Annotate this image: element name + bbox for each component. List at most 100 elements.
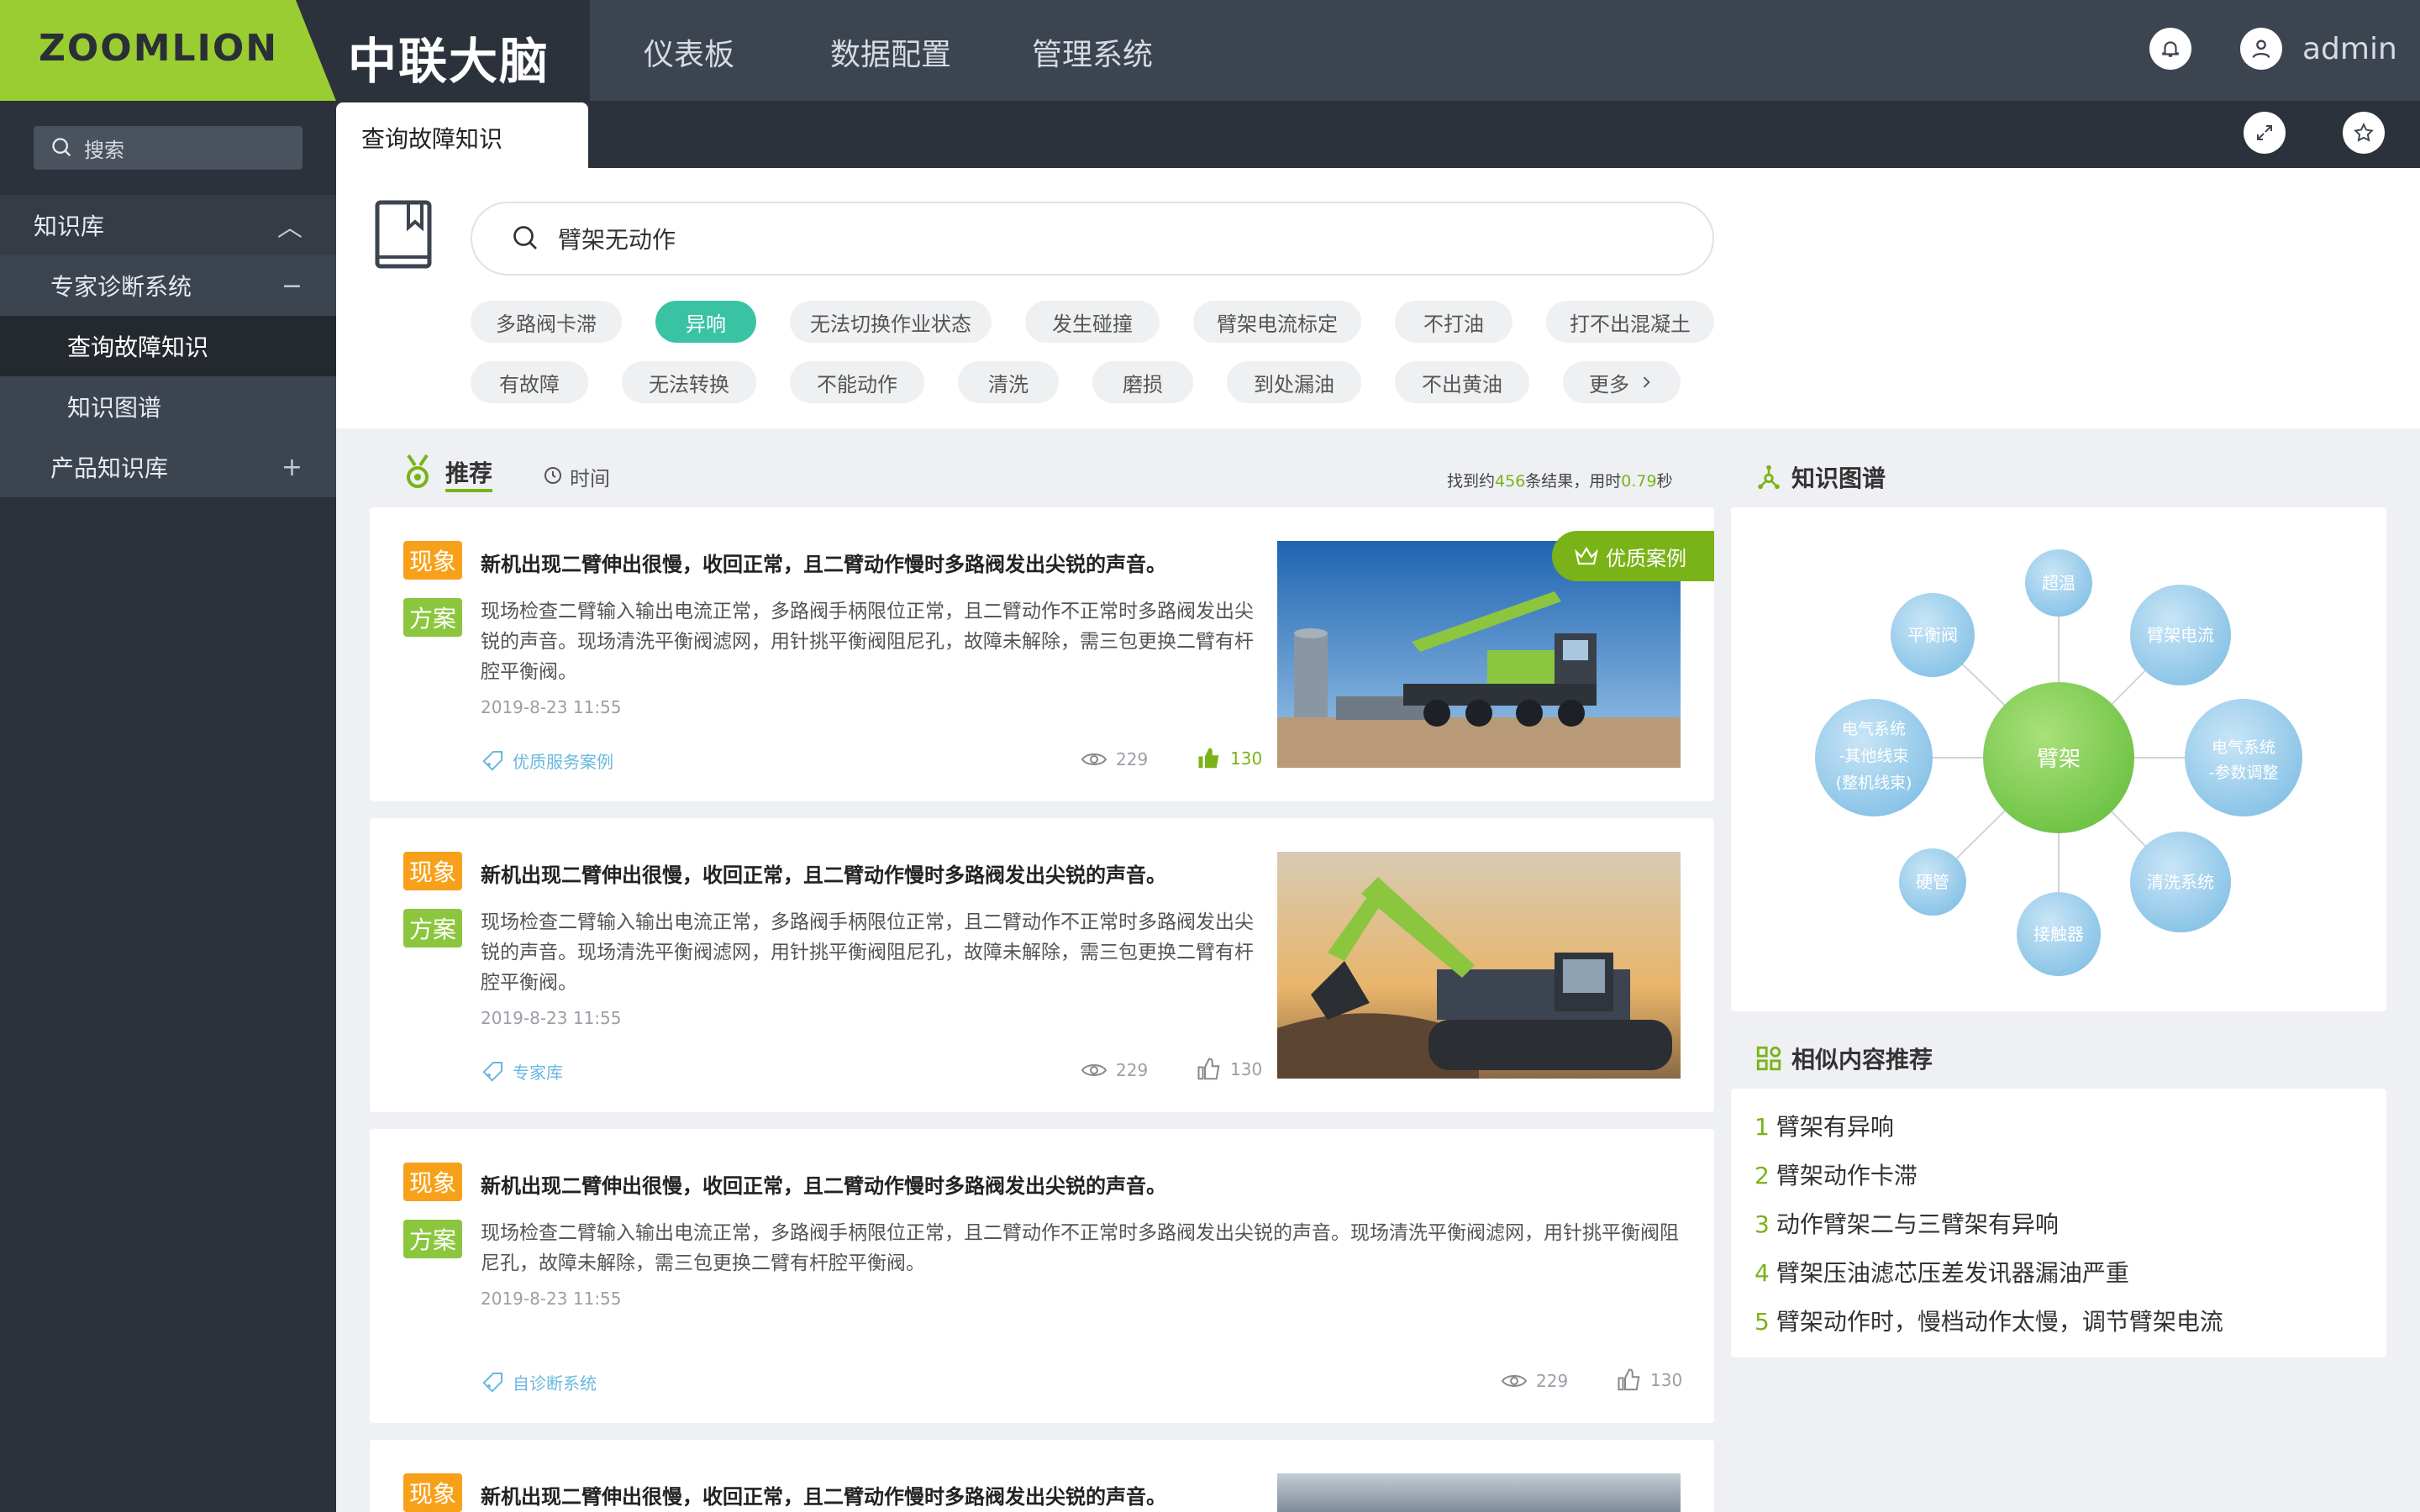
similar-item[interactable]: 5 臂架动作时，慢档动作太慢，调节臂架电流 xyxy=(1754,1304,2223,1337)
card-image[interactable] xyxy=(1277,1473,1681,1512)
tag-item[interactable]: 多路阀卡滞 xyxy=(471,301,622,343)
similar-item-text: 臂架有异响 xyxy=(1776,1113,1894,1141)
more-label: 更多 xyxy=(1589,372,1629,396)
graph-node-electrical-harness[interactable]: 电气系统 -其他线束 (整机线束) xyxy=(1815,699,1933,816)
likes-value: 130 xyxy=(1230,748,1263,769)
search-icon xyxy=(513,226,537,249)
tag-item[interactable]: 不能动作 xyxy=(790,361,924,403)
thumbs-up-icon xyxy=(1618,1368,1640,1391)
tab-query-fault-knowledge[interactable]: 查询故障知识 xyxy=(336,102,588,168)
card-title[interactable]: 新机出现二臂伸出很慢，收回正常，且二臂动作慢时多路阀发出尖锐的声音。 xyxy=(481,1480,1166,1509)
tag-item[interactable]: 无法切换作业状态 xyxy=(790,301,992,343)
tag-item[interactable]: 无法转换 xyxy=(622,361,756,403)
sidebar-search[interactable]: 搜索 xyxy=(34,126,302,170)
likes-value: 130 xyxy=(1230,1059,1263,1079)
sidebar-item-label: 知识库 xyxy=(34,213,105,240)
more-tags-button[interactable]: 更多 xyxy=(1563,361,1681,403)
chevron-right-icon xyxy=(1643,376,1650,388)
graph-node-center-boom[interactable]: 臂架 xyxy=(1983,682,2134,833)
similar-item-text: 臂架动作卡滞 xyxy=(1776,1162,1918,1189)
graph-node-overtemp[interactable]: 超温 xyxy=(2025,549,2092,617)
fullscreen-icon[interactable] xyxy=(2244,112,2286,154)
graph-node-contactor[interactable]: 接触器 xyxy=(2017,892,2101,976)
graph-node-boom-current[interactable]: 臂架电流 xyxy=(2130,585,2231,685)
card-category: 优质服务案例 xyxy=(513,751,613,772)
phenomenon-badge: 现象 xyxy=(403,541,462,580)
medal-icon xyxy=(403,454,432,492)
nav-management[interactable]: 管理系统 xyxy=(1032,30,1153,74)
card-category-link[interactable]: 优质服务案例 xyxy=(481,748,613,773)
excavator-image[interactable] xyxy=(1277,852,1681,1079)
similar-item-number: 4 xyxy=(1754,1259,1770,1287)
sidebar-item-knowledge-base[interactable]: 知识库 ︿ xyxy=(0,195,336,255)
node-label-line: 电气系统 xyxy=(2212,738,2275,757)
star-icon[interactable] xyxy=(2343,112,2385,154)
tag-item[interactable]: 不出黄油 xyxy=(1395,361,1529,403)
sidebar-item-knowledge-graph[interactable]: 知识图谱 xyxy=(0,376,336,437)
card-category-link[interactable]: 自诊断系统 xyxy=(481,1369,597,1394)
graph-node-hard-pipe[interactable]: 硬管 xyxy=(1899,848,1966,916)
result-card[interactable]: 现象 新机出现二臂伸出很慢，收回正常，且二臂动作慢时多路阀发出尖锐的声音。 方案… xyxy=(370,507,1714,801)
result-count: 456 xyxy=(1495,472,1526,491)
tag-item[interactable]: 臂架电流标定 xyxy=(1193,301,1361,343)
collapse-icon[interactable]: ︿ xyxy=(277,207,302,244)
knowledge-graph-header: 知识图谱 xyxy=(1754,460,1886,494)
tag-item[interactable]: 不打油 xyxy=(1395,301,1512,343)
card-title[interactable]: 新机出现二臂伸出很慢，收回正常，且二臂动作慢时多路阀发出尖锐的声音。 xyxy=(481,548,1166,577)
plus-icon[interactable]: + xyxy=(281,453,302,482)
username[interactable]: admin xyxy=(2302,32,2397,66)
sidebar-item-product-knowledge[interactable]: 产品知识库 + xyxy=(0,437,336,497)
tab-time[interactable]: 时间 xyxy=(570,462,610,491)
tag-item[interactable]: 清洗 xyxy=(958,361,1059,403)
similar-title: 相似内容推荐 xyxy=(1791,1046,1933,1074)
tab-recommend[interactable]: 推荐 xyxy=(445,455,492,489)
similar-item[interactable]: 2 臂架动作卡滞 xyxy=(1754,1158,1918,1191)
user-avatar-icon[interactable] xyxy=(2240,28,2282,70)
graph-node-cleaning-system[interactable]: 清洗系统 xyxy=(2130,832,2231,932)
similar-item-number: 1 xyxy=(1754,1113,1770,1141)
nav-dashboard[interactable]: 仪表板 xyxy=(644,30,734,74)
ribbon-label: 优质案例 xyxy=(1606,546,1686,570)
tag-item[interactable]: 有故障 xyxy=(471,361,588,403)
grid-icon xyxy=(1756,1046,1781,1071)
sidebar-item-expert-diagnosis[interactable]: 专家诊断系统 − xyxy=(0,255,336,316)
graph-node-balance-valve[interactable]: 平衡阀 xyxy=(1891,593,1975,677)
sidebar-item-query-fault[interactable]: 查询故障知识 xyxy=(0,316,336,376)
result-mid: 条结果，用时 xyxy=(1525,472,1622,491)
card-category-link[interactable]: 专家库 xyxy=(481,1058,563,1084)
brand-title: 中联大脑 xyxy=(348,33,550,90)
notification-bell-icon[interactable] xyxy=(2149,28,2191,70)
graph-node-electrical-params[interactable]: 电气系统 -参数调整 xyxy=(2185,699,2302,816)
like-button[interactable]: 130 xyxy=(1197,1057,1262,1082)
result-card[interactable]: 现象 新机出现二臂伸出很慢，收回正常，且二臂动作慢时多路阀发出尖锐的声音。 xyxy=(370,1440,1714,1512)
views-value: 229 xyxy=(1116,749,1149,769)
similar-item[interactable]: 1 臂架有异响 xyxy=(1754,1109,1894,1142)
card-description: 现场检查二臂输入输出电流正常，多路阀手柄限位正常，且二臂动作不正常时多路阀发出尖… xyxy=(481,1222,1679,1274)
zoomlion-logo[interactable]: ZOOMLION xyxy=(39,27,278,70)
tag-item[interactable]: 发生碰撞 xyxy=(1025,301,1160,343)
knowledge-graph-title: 知识图谱 xyxy=(1791,465,1886,492)
minus-icon[interactable]: − xyxy=(281,271,302,301)
similar-item[interactable]: 3 动作臂架二与三臂架有异响 xyxy=(1754,1206,2059,1240)
search-input-value: 臂架无动作 xyxy=(558,226,676,254)
like-button[interactable]: 130 xyxy=(1617,1368,1682,1393)
card-title[interactable]: 新机出现二臂伸出很慢，收回正常，且二臂动作慢时多路阀发出尖锐的声音。 xyxy=(481,1169,1166,1199)
like-button[interactable]: 130 xyxy=(1197,746,1262,771)
tag-item[interactable]: 到处漏油 xyxy=(1227,361,1361,403)
sidebar-item-label: 产品知识库 xyxy=(50,454,169,482)
tag-item[interactable]: 磨损 xyxy=(1092,361,1193,403)
thumbs-up-icon xyxy=(1198,748,1219,769)
search-input[interactable]: 臂架无动作 xyxy=(471,202,1714,276)
likes-value: 130 xyxy=(1650,1370,1683,1390)
views-value: 229 xyxy=(1536,1371,1569,1391)
tag-item[interactable]: 打不出混凝土 xyxy=(1546,301,1714,343)
result-card[interactable]: 现象 新机出现二臂伸出很慢，收回正常，且二臂动作慢时多路阀发出尖锐的声音。 方案… xyxy=(370,818,1714,1112)
card-title[interactable]: 新机出现二臂伸出很慢，收回正常，且二臂动作慢时多路阀发出尖锐的声音。 xyxy=(481,858,1166,888)
active-tab-underline xyxy=(445,489,492,492)
result-suffix: 秒 xyxy=(1656,472,1673,491)
nav-data-config[interactable]: 数据配置 xyxy=(830,30,951,74)
node-label: 超温 xyxy=(2042,573,2075,593)
similar-item[interactable]: 4 臂架压油滤芯压差发讯器漏油严重 xyxy=(1754,1255,2129,1289)
result-card[interactable]: 现象 新机出现二臂伸出很慢，收回正常，且二臂动作慢时多路阀发出尖锐的声音。 方案… xyxy=(370,1129,1714,1423)
tag-item-active[interactable]: 异响 xyxy=(655,301,756,343)
